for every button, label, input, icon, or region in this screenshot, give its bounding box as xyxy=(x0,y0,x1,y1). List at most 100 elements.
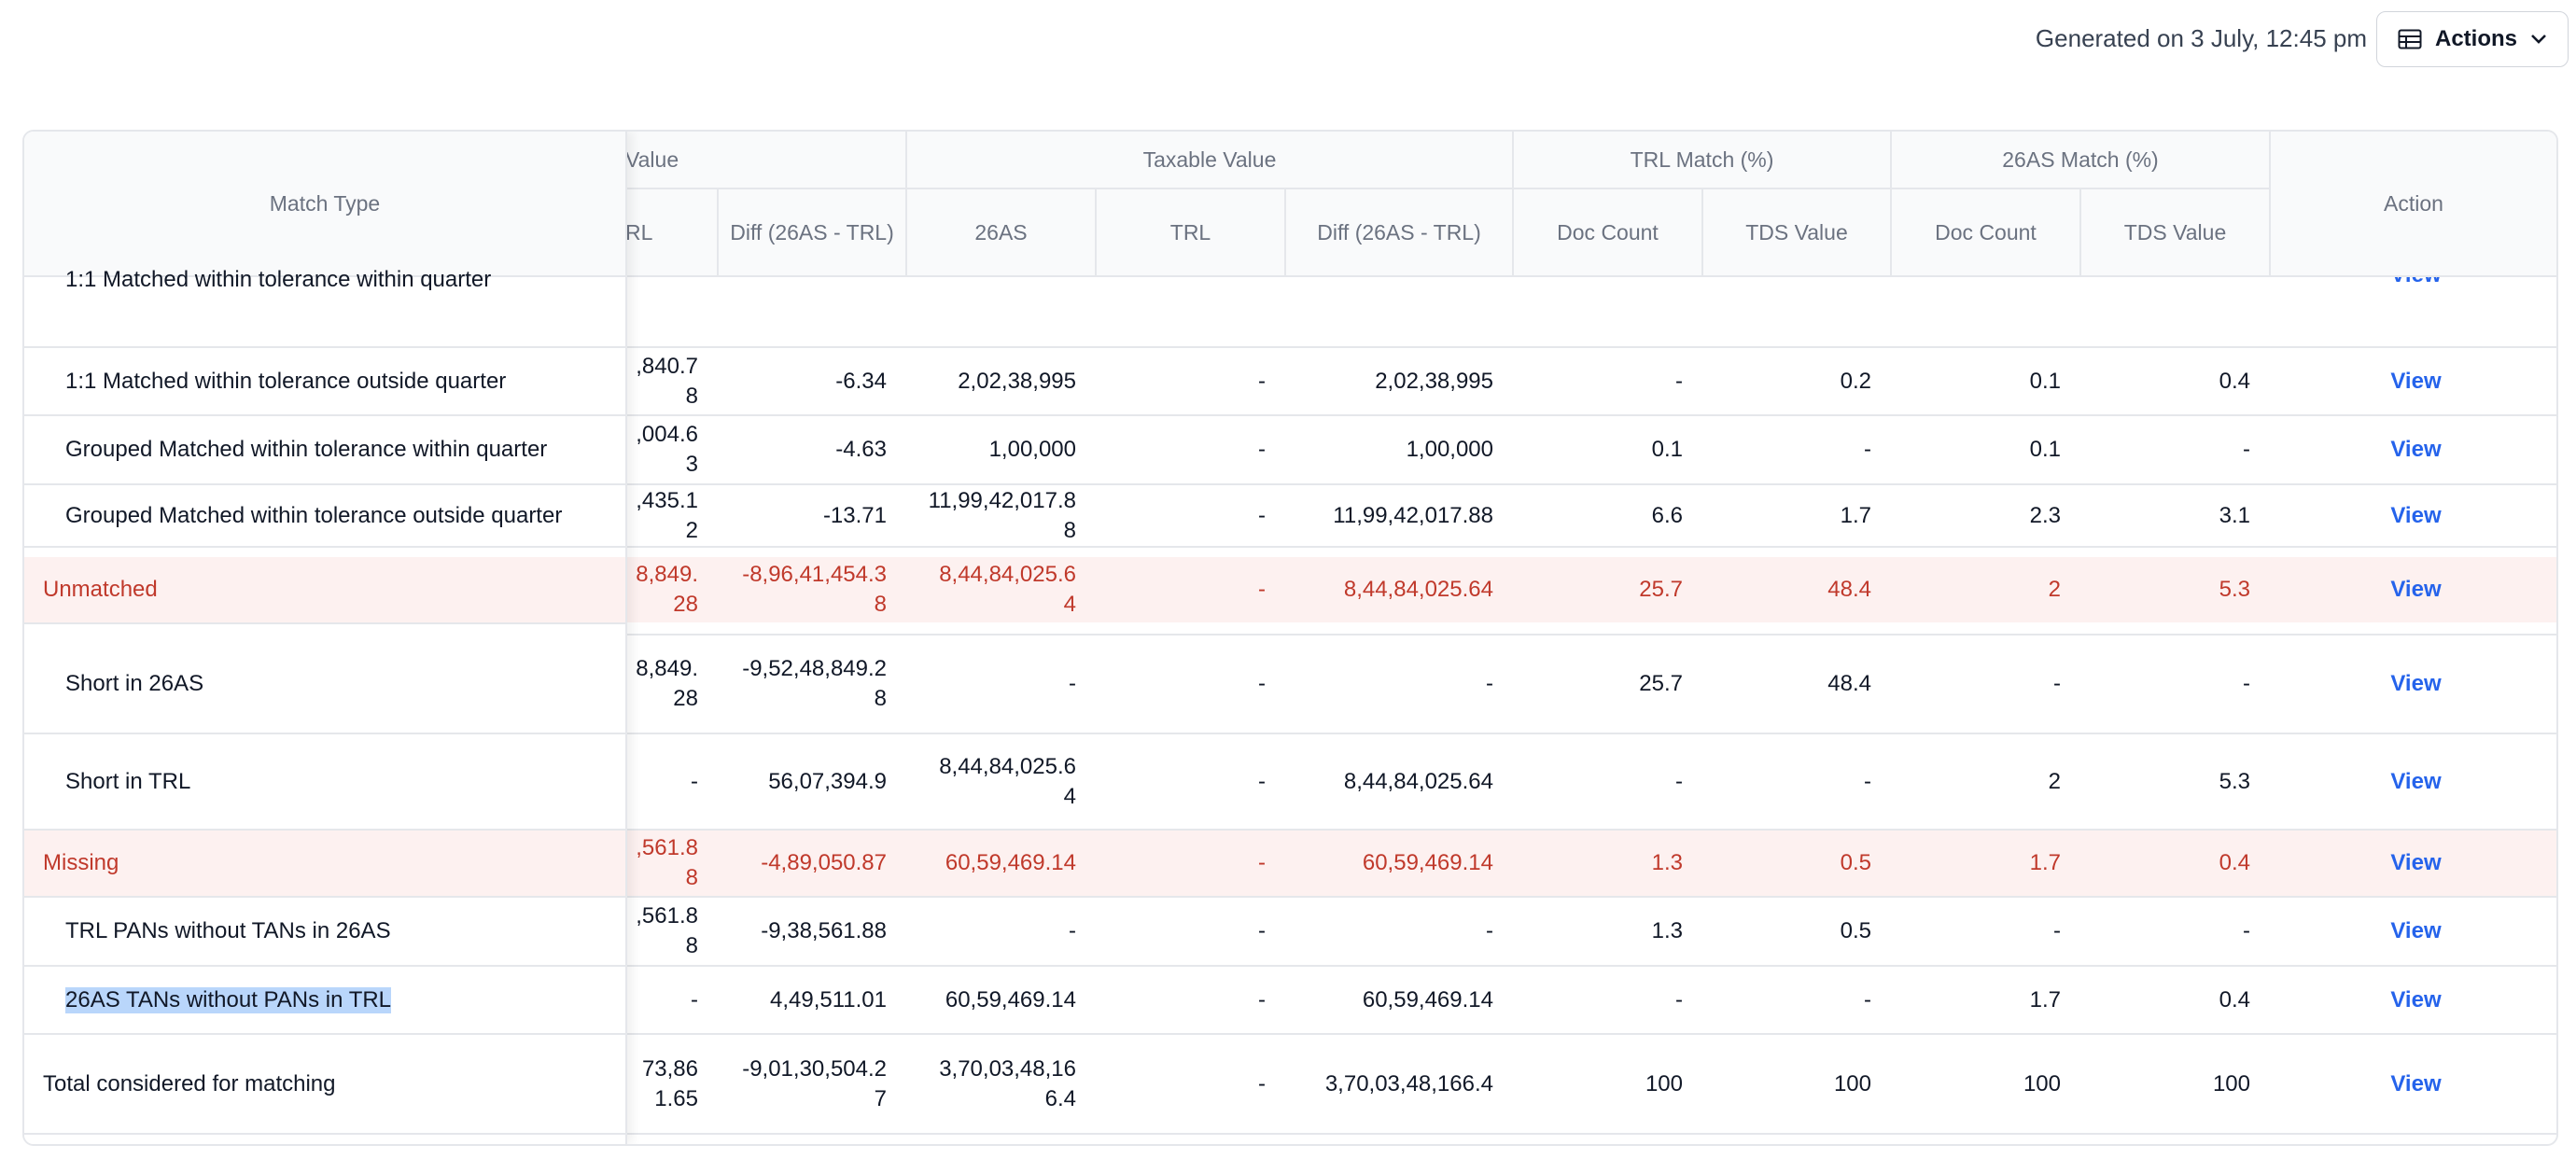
cell-taxable-trl: - xyxy=(1258,1070,1266,1096)
cell-taxable-diff: 60,59,469.14 xyxy=(1362,850,1493,875)
col-header-trl-doc-count: Doc Count xyxy=(1514,189,1703,277)
cell-trl-value: - xyxy=(691,986,698,1012)
cell-taxable-26as: 11,99,42,017.88 xyxy=(928,487,1076,543)
cell-taxable-26as: 60,59,469.14 xyxy=(945,986,1076,1012)
cell-trl-value: ,561.88 xyxy=(636,835,698,890)
cell-trl-tds-value: 100 xyxy=(1833,1070,1871,1096)
col-header-taxable-trl: TRL xyxy=(1097,189,1286,277)
cell-taxable-26as: 8,44,84,025.64 xyxy=(939,562,1076,617)
view-link[interactable]: View xyxy=(2275,1035,2556,1133)
view-link[interactable]: View xyxy=(2275,485,2556,546)
frozen-match-type-column: Match Type 1:1 Matched within tolerance … xyxy=(24,132,627,1144)
cell-26as-doc-count: 2.3 xyxy=(2029,502,2061,528)
cell-trl-tds-value: - xyxy=(1864,768,1871,794)
generated-timestamp: Generated on 3 July, 12:45 pm xyxy=(2035,24,2367,52)
cell-taxable-diff: - xyxy=(1486,918,1493,943)
cell-trl-doc-count: - xyxy=(1675,368,1683,394)
cell-trl-tds-value: 0.5 xyxy=(1840,918,1871,943)
row-label: 1:1 Matched within tolerance within quar… xyxy=(65,270,492,290)
cell-26as-tds-value: 3.1 xyxy=(2219,502,2250,528)
cell-trl-value: - xyxy=(691,768,698,794)
cell-taxable-trl: - xyxy=(1258,502,1266,528)
view-link[interactable]: View xyxy=(2275,348,2556,414)
cell-26as-doc-count: 1.7 xyxy=(2029,986,2061,1012)
cell-26as-doc-count: - xyxy=(2053,671,2061,696)
cell-diff-value: -9,01,30,504.27 xyxy=(742,1055,887,1111)
row-label: Short in TRL xyxy=(65,768,191,794)
cell-trl-doc-count: 100 xyxy=(1645,1070,1683,1096)
col-header-diff-value: Diff (26AS - TRL) xyxy=(719,189,907,277)
cell-trl-doc-count: 25.7 xyxy=(1639,671,1683,696)
table-icon xyxy=(2398,29,2422,49)
cell-26as-tds-value: 0.4 xyxy=(2219,850,2250,875)
cell-diff-value: -9,52,48,849.28 xyxy=(742,656,887,711)
cell-trl-doc-count: 6.6 xyxy=(1651,502,1683,528)
cell-trl-tds-value: - xyxy=(1864,437,1871,462)
cell-taxable-trl: - xyxy=(1258,577,1266,602)
cell-diff-value: -4,89,050.87 xyxy=(761,850,887,875)
view-link[interactable]: View xyxy=(2275,635,2556,733)
cell-trl-value: 8,849.28 xyxy=(636,656,698,711)
cell-diff-value: 4,49,511.01 xyxy=(769,986,887,1012)
view-link[interactable]: View xyxy=(2275,967,2556,1033)
cell-taxable-diff: 11,99,42,017.88 xyxy=(1333,502,1493,528)
col-header-taxable-diff: Diff (26AS - TRL) xyxy=(1286,189,1514,277)
cell-diff-value: -4.63 xyxy=(835,437,887,462)
cell-26as-doc-count: 2 xyxy=(2048,768,2061,794)
row-label: Unmatched xyxy=(24,557,625,622)
cell-taxable-trl: - xyxy=(1258,437,1266,462)
cell-taxable-diff: 1,00,000 xyxy=(1406,437,1493,462)
cell-26as-tds-value: 0.4 xyxy=(2219,986,2250,1012)
col-header-trl-value: RL xyxy=(625,189,719,277)
view-link[interactable]: View xyxy=(2275,734,2556,829)
view-link[interactable]: View xyxy=(2275,557,2556,622)
col-header-26as-doc-count: Doc Count xyxy=(1892,189,2081,277)
group-header-26as-match: 26AS Match (%) xyxy=(1892,132,2271,189)
cell-taxable-26as: 1,00,000 xyxy=(988,437,1076,462)
view-link[interactable]: View xyxy=(2275,831,2556,896)
group-header-value: Value xyxy=(625,132,907,189)
row-label: 1:1 Matched within tolerance outside qua… xyxy=(65,368,507,394)
row-label: Total considered for matching xyxy=(43,1070,336,1096)
cell-trl-doc-count: 0.1 xyxy=(1651,437,1683,462)
group-header-taxable-value: Taxable Value xyxy=(907,132,1514,189)
cell-trl-tds-value: 0.5 xyxy=(1840,850,1871,875)
row-label: Missing xyxy=(24,831,625,896)
cell-26as-doc-count: 0.1 xyxy=(2029,368,2061,394)
cell-taxable-diff: 8,44,84,025.64 xyxy=(1343,768,1493,794)
cell-26as-doc-count: 1.7 xyxy=(2029,850,2061,875)
cell-trl-tds-value: 0.2 xyxy=(1840,368,1871,394)
col-header-taxable-26as: 26AS xyxy=(907,189,1097,277)
cell-26as-tds-value: 100 xyxy=(2212,1070,2250,1096)
col-header-26as-tds-value: TDS Value xyxy=(2081,189,2271,277)
view-link[interactable]: View xyxy=(2275,416,2556,483)
cell-taxable-trl: - xyxy=(1258,986,1266,1012)
cell-trl-doc-count: 25.7 xyxy=(1639,577,1683,602)
cell-taxable-26as: - xyxy=(1069,671,1076,696)
chevron-down-icon xyxy=(2530,34,2547,45)
cell-trl-value: 8,849.28 xyxy=(636,562,698,617)
cell-trl-tds-value: 48.4 xyxy=(1827,577,1871,602)
cell-taxable-26as: 8,44,84,025.64 xyxy=(939,753,1076,809)
cell-trl-value: ,435.12 xyxy=(636,487,698,543)
cell-trl-doc-count: - xyxy=(1675,986,1683,1012)
cell-taxable-trl: - xyxy=(1258,768,1266,794)
cell-trl-doc-count: 1.3 xyxy=(1651,918,1683,943)
cell-taxable-diff: 3,70,03,48,166.4 xyxy=(1324,1070,1493,1096)
cell-taxable-trl: - xyxy=(1258,368,1266,394)
col-header-action: Action xyxy=(2271,132,2556,277)
actions-label: Actions xyxy=(2435,26,2518,51)
cell-trl-tds-value: 1.7 xyxy=(1840,502,1871,528)
cell-taxable-26as: 2,02,38,995 xyxy=(958,368,1076,394)
row-label: 26AS TANs without PANs in TRL xyxy=(65,986,392,1013)
actions-button[interactable]: Actions xyxy=(2376,11,2569,67)
col-header-match-type: Match Type xyxy=(24,132,625,277)
cell-diff-value: -13.71 xyxy=(822,502,887,528)
cell-taxable-diff: 8,44,84,025.64 xyxy=(1343,577,1493,602)
cell-taxable-26as: 60,59,469.14 xyxy=(945,850,1076,875)
cell-diff-value: -6.34 xyxy=(835,368,887,394)
view-link[interactable]: View xyxy=(2275,898,2556,965)
group-header-trl-match: TRL Match (%) xyxy=(1514,132,1892,189)
cell-trl-tds-value: - xyxy=(1864,986,1871,1012)
cell-taxable-trl: - xyxy=(1258,918,1266,943)
